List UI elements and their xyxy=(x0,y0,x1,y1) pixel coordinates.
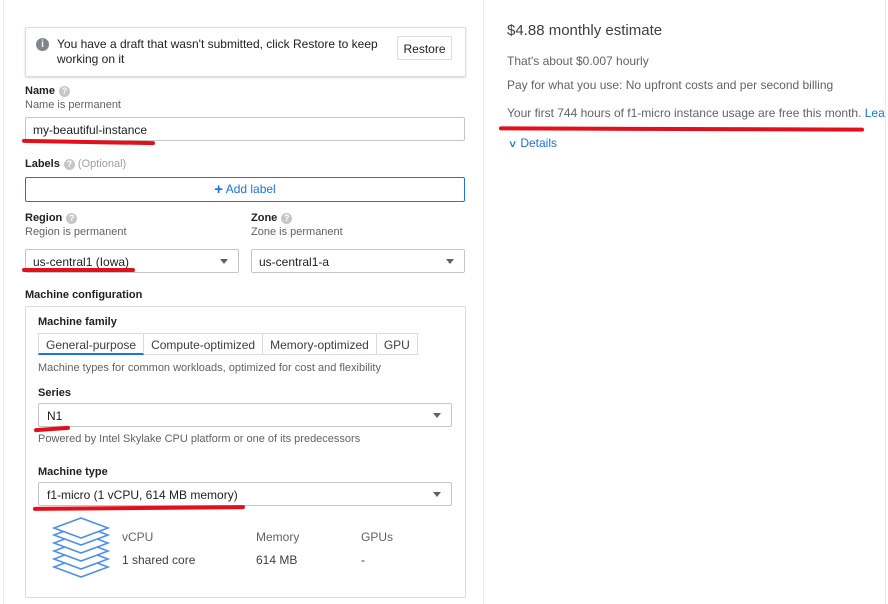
zone-label-text: Zone xyxy=(251,212,278,224)
name-label: Name? xyxy=(25,85,70,97)
vcpu-value: 1 shared core xyxy=(122,553,196,567)
help-icon: ? xyxy=(281,212,293,224)
chevron-double-down-icon: ∨ xyxy=(507,139,518,150)
add-label-text: Add label xyxy=(225,182,276,196)
chevron-down-icon xyxy=(446,259,454,264)
gpus-header: GPUs xyxy=(361,530,394,544)
tab-general-purpose[interactable]: General-purpose xyxy=(38,333,145,355)
machine-config-card: Machine family General-purpose Compute-o… xyxy=(25,306,466,598)
annotation-underline xyxy=(22,268,135,272)
layers-icon xyxy=(51,517,111,578)
annotation-underline xyxy=(498,126,865,132)
details-label: Details xyxy=(520,136,558,150)
panel-divider xyxy=(3,0,4,604)
restore-button[interactable]: Restore xyxy=(397,36,452,60)
tab-memory-optimized[interactable]: Memory-optimized xyxy=(263,333,377,355)
chevron-down-icon xyxy=(220,259,228,264)
zone-hint: Zone is permanent xyxy=(251,226,343,238)
machine-family-desc: Machine types for common workloads, opti… xyxy=(38,362,381,374)
zone-select[interactable]: us-central1-a xyxy=(251,249,465,273)
labels-label: Labels? (Optional) xyxy=(25,158,126,170)
estimate-hourly: That's about $0.007 hourly xyxy=(507,54,649,68)
name-input[interactable]: my-beautiful-instance xyxy=(25,117,465,141)
tab-gpu[interactable]: GPU xyxy=(376,333,418,355)
labels-label-text: Labels xyxy=(25,158,60,170)
name-input-value: my-beautiful-instance xyxy=(33,123,148,137)
machine-type-value: f1-micro (1 vCPU, 614 MB memory) xyxy=(47,488,238,502)
series-select[interactable]: N1 xyxy=(38,403,452,427)
learn-more-link[interactable]: Lear xyxy=(865,106,885,120)
region-label-text: Region xyxy=(25,212,63,224)
add-label-button[interactable]: + Add label xyxy=(25,177,465,202)
free-tier-notice: Your first 744 hours of f1-micro instanc… xyxy=(507,106,885,120)
machine-family-label: Machine family xyxy=(38,316,117,328)
info-icon: i xyxy=(36,38,49,51)
region-value: us-central1 (Iowa) xyxy=(33,255,130,269)
memory-value: 614 MB xyxy=(256,553,298,567)
zone-value: us-central1-a xyxy=(259,255,330,269)
chevron-down-icon xyxy=(433,413,441,418)
machine-type-label: Machine type xyxy=(38,466,108,478)
right-edge-divider xyxy=(885,0,886,604)
series-value: N1 xyxy=(47,409,63,423)
name-hint: Name is permanent xyxy=(25,99,121,111)
draft-banner: i You have a draft that wasn't submitted… xyxy=(25,27,466,77)
machine-config-label: Machine configuration xyxy=(25,289,143,301)
memory-header: Memory xyxy=(256,530,300,544)
help-icon: ? xyxy=(58,85,70,97)
optional-text: (Optional) xyxy=(77,158,127,170)
tab-compute-optimized[interactable]: Compute-optimized xyxy=(144,333,264,355)
zone-label: Zone? xyxy=(251,212,293,224)
region-hint: Region is permanent xyxy=(25,226,127,238)
machine-family-tabs: General-purpose Compute-optimized Memory… xyxy=(38,333,418,355)
vcpu-header: vCPU xyxy=(122,530,154,544)
name-label-text: Name xyxy=(25,85,55,97)
estimate-title: $4.88 monthly estimate xyxy=(507,22,663,39)
free-tier-text: Your first 744 hours of f1-micro instanc… xyxy=(507,106,862,120)
region-label: Region? xyxy=(25,212,78,224)
series-desc: Powered by Intel Skylake CPU platform or… xyxy=(38,433,361,445)
draft-message: You have a draft that wasn't submitted, … xyxy=(57,37,378,66)
series-label: Series xyxy=(38,387,72,399)
plus-icon: + xyxy=(214,181,224,198)
details-toggle[interactable]: ∨ Details xyxy=(507,136,558,150)
machine-type-select[interactable]: f1-micro (1 vCPU, 614 MB memory) xyxy=(38,482,452,506)
chevron-down-icon xyxy=(433,492,441,497)
right-panel-divider xyxy=(483,0,484,604)
estimate-billing: Pay for what you use: No upfront costs a… xyxy=(507,78,834,92)
help-icon: ? xyxy=(63,158,75,170)
help-icon: ? xyxy=(66,212,78,224)
gpus-value: - xyxy=(361,553,365,567)
